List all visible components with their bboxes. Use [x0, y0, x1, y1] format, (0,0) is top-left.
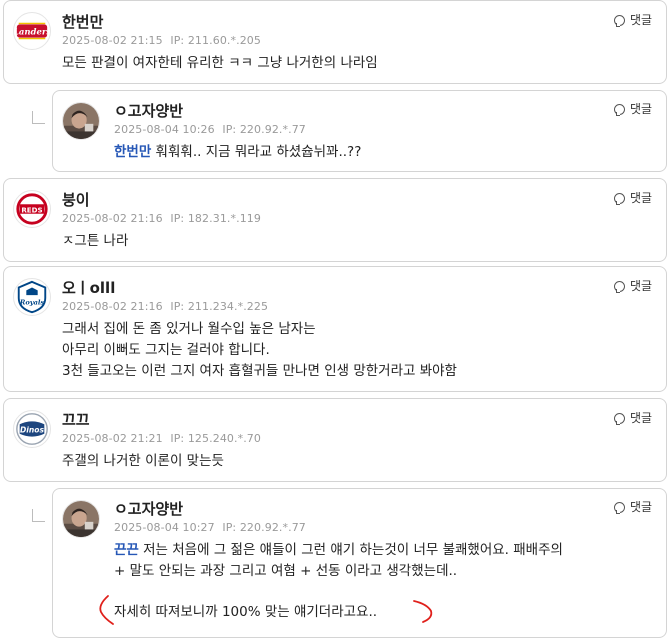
- mention-link[interactable]: 한번만: [114, 144, 151, 160]
- user-photo-icon: [63, 103, 99, 139]
- mention-link[interactable]: 끈끈: [114, 542, 139, 558]
- reply-indicator-icon: [32, 111, 45, 124]
- reply-button[interactable]: 댓글: [614, 100, 652, 117]
- team-logo-avatar[interactable]: Landers: [13, 12, 51, 50]
- royals-logo-icon: Royals: [17, 280, 47, 314]
- ip: IP: 182.31.*.119: [170, 212, 262, 225]
- comment-line: 끈끈 저는 처음에 그 젊은 얘들이 그런 얘기 하는것이 너무 불쾌했어요. …: [114, 540, 563, 561]
- speech-bubble-icon: [614, 281, 625, 293]
- logo-text: REDS: [21, 205, 42, 214]
- team-logo-avatar[interactable]: Dinos: [13, 410, 51, 448]
- comment-line: 아무리 이뻐도 그지는 걸러야 합니다.: [62, 342, 270, 358]
- date: 2025-08-02 21:15: [62, 34, 163, 47]
- team-logo-avatar[interactable]: Royals: [13, 278, 51, 316]
- reply-label: 댓글: [630, 279, 653, 293]
- reply-button[interactable]: 댓글: [614, 498, 652, 515]
- nickname[interactable]: ㅇ고자양반: [114, 498, 183, 519]
- reply-label: 댓글: [630, 13, 653, 27]
- comment-card: Royals 오ㅣolll 2025-08-02 21:16 IP: 211.2…: [3, 266, 667, 392]
- user-avatar[interactable]: [62, 500, 100, 538]
- comment-line: + 말도 안되는 과장 그리고 여혐 + 선동 이라고 생각했는데..: [114, 563, 458, 579]
- date: 2025-08-02 21:21: [62, 432, 163, 445]
- ip: IP: 220.92.*.77: [222, 521, 306, 534]
- nickname[interactable]: 오ㅣolll: [62, 277, 115, 298]
- comment-meta: 2025-08-02 21:16 IP: 211.234.*.225: [62, 300, 272, 313]
- comment-text: 끈끈 저는 처음에 그 젊은 얘들이 그런 얘기 하는것이 너무 불쾌했어요. …: [114, 540, 563, 623]
- team-logo-avatar[interactable]: REDS: [13, 190, 51, 228]
- ip: IP: 125.240.*.70: [170, 432, 262, 445]
- reds-logo-icon: REDS: [16, 193, 48, 225]
- comment-text: 그래서 집에 돈 좀 있거나 월수입 높은 남자는 아무리 이뻐도 그지는 걸러…: [62, 319, 457, 382]
- comment-meta: 2025-08-04 10:27 IP: 220.92.*.77: [114, 521, 310, 534]
- speech-bubble-icon: [614, 193, 625, 205]
- comment-line-text: 훠훠훠.. 지금 뭐라교 하셨슙뉘꽈..??: [151, 144, 362, 160]
- speech-bubble-icon: [614, 15, 625, 27]
- reply-button[interactable]: 댓글: [614, 409, 652, 426]
- comment-card: Landers 한번만 2025-08-02 21:15 IP: 211.60.…: [3, 0, 667, 84]
- ip: IP: 211.234.*.225: [170, 300, 269, 313]
- nickname[interactable]: 끄끄: [62, 409, 90, 430]
- comment-text: ㅈ그튼 나라: [62, 231, 128, 252]
- comment-meta: 2025-08-04 10:26 IP: 220.92.*.77: [114, 123, 310, 136]
- logo-text: Dinos: [20, 425, 44, 434]
- comment-line: 3천 들고오는 이런 그지 여자 흡혈귀들 만나면 인생 망한거라고 봐야함: [62, 363, 457, 379]
- comment-meta: 2025-08-02 21:15 IP: 211.60.*.205: [62, 34, 265, 47]
- comment-line: 그래서 집에 돈 좀 있거나 월수입 높은 남자는: [62, 321, 316, 337]
- comment-meta: 2025-08-02 21:21 IP: 125.240.*.70: [62, 432, 265, 445]
- reply-label: 댓글: [630, 191, 653, 205]
- reply-indicator-icon: [32, 509, 45, 522]
- user-avatar[interactable]: [62, 102, 100, 140]
- nickname[interactable]: ㅇ고자양반: [114, 100, 183, 121]
- logo-text: Landers: [14, 27, 50, 37]
- dinos-logo-icon: Dinos: [16, 413, 48, 445]
- reply-card: ㅇ고자양반 2025-08-04 10:27 IP: 220.92.*.77 끈…: [52, 488, 667, 638]
- date: 2025-08-04 10:27: [114, 521, 215, 534]
- comment-line: [114, 582, 563, 603]
- comment-line: 주갤의 나거한 이론이 맞는듯: [62, 453, 224, 469]
- date: 2025-08-02 21:16: [62, 300, 163, 313]
- reply-card: ㅇ고자양반 2025-08-04 10:26 IP: 220.92.*.77 한…: [52, 90, 667, 172]
- speech-bubble-icon: [614, 502, 625, 514]
- comment-line: 한번만 훠훠훠.. 지금 뭐라교 하셨슙뉘꽈..??: [114, 142, 361, 163]
- reply-label: 댓글: [630, 411, 653, 425]
- reply-label: 댓글: [630, 500, 653, 514]
- nickname[interactable]: 붕이: [62, 189, 90, 210]
- comment-line-text: 저는 처음에 그 젊은 얘들이 그런 얘기 하는것이 너무 불쾌했어요. 패배주…: [138, 542, 563, 558]
- nickname[interactable]: 한번만: [62, 11, 103, 32]
- user-photo-icon: [63, 501, 99, 537]
- reply-button[interactable]: 댓글: [614, 11, 652, 28]
- reply-button[interactable]: 댓글: [614, 189, 652, 206]
- comment-text: 한번만 훠훠훠.. 지금 뭐라교 하셨슙뉘꽈..??: [114, 142, 361, 163]
- comment-text: 모든 판결이 여자한테 유리한 ㅋㅋ 그냥 나거한의 나라임: [62, 53, 378, 74]
- logo-text: Royals: [19, 299, 45, 307]
- landers-logo-icon: Landers: [14, 22, 50, 40]
- comment-card: Dinos 끄끄 2025-08-02 21:21 IP: 125.240.*.…: [3, 398, 667, 482]
- comment-line: 자세히 따져보니까 100% 맞는 얘기더라고요..: [114, 604, 378, 620]
- comment-line: 모든 판결이 여자한테 유리한 ㅋㅋ 그냥 나거한의 나라임: [62, 55, 378, 71]
- speech-bubble-icon: [614, 413, 625, 425]
- reply-label: 댓글: [630, 102, 653, 116]
- comment-card: REDS 붕이 2025-08-02 21:16 IP: 182.31.*.11…: [3, 178, 667, 262]
- comment-meta: 2025-08-02 21:16 IP: 182.31.*.119: [62, 212, 265, 225]
- comment-text: 주갤의 나거한 이론이 맞는듯: [62, 451, 224, 472]
- ip: IP: 220.92.*.77: [222, 123, 306, 136]
- date: 2025-08-02 21:16: [62, 212, 163, 225]
- comment-line: ㅈ그튼 나라: [62, 233, 129, 249]
- reply-button[interactable]: 댓글: [614, 277, 652, 294]
- date: 2025-08-04 10:26: [114, 123, 215, 136]
- speech-bubble-icon: [614, 104, 625, 116]
- ip: IP: 211.60.*.205: [170, 34, 262, 47]
